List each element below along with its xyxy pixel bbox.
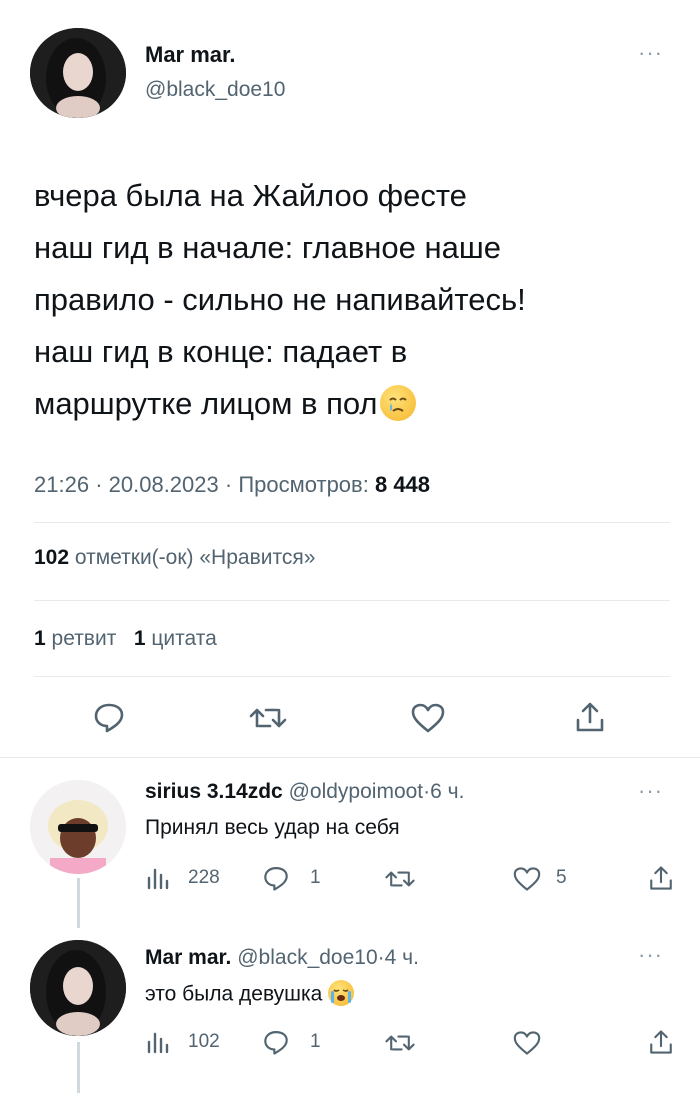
crying-face-emoji-icon [379,384,416,421]
thread-line [77,1042,80,1093]
likes-stat[interactable]: 102 отметки(-ок) «Нравится» [34,546,315,570]
divider [34,600,670,601]
like-icon[interactable] [512,866,542,892]
retweet-icon[interactable] [384,866,416,892]
likes-label: отметки(-ок) «Нравится» [74,546,316,569]
reply-text: это была девушка [145,982,323,1006]
reply-age[interactable]: 6 ч. [430,780,464,803]
views-label: Просмотров: [238,472,369,497]
reply-text: Принял весь удар на себя [145,816,400,839]
tweet-text: вчера была на Жайлоо фесте наш гид в нач… [34,170,526,430]
display-name[interactable]: Mar mar. [145,946,231,969]
reply-header: sirius 3.14zdc @oldypoimoot·6 ч. [145,780,464,804]
more-options-icon[interactable]: ··· [638,942,663,968]
avatar[interactable] [30,940,126,1036]
divider [34,522,670,523]
share-icon[interactable] [574,700,606,734]
views-count: 228 [188,867,220,888]
handle[interactable]: @oldypoimoot [289,780,424,803]
tweet-line: наш гид в начале: главное наше [34,230,501,265]
tweet-line: наш гид в конце: падает в [34,334,408,369]
retweet-icon[interactable] [248,702,288,734]
loudly-crying-face-emoji-icon [328,980,355,1006]
reply-age[interactable]: 4 ч. [385,946,419,969]
share-icon[interactable] [648,864,674,892]
handle[interactable]: @black_doe10 [145,78,285,102]
retweets-count: 1 [34,627,46,650]
divider [0,757,700,758]
retweet-stats: 1 ретвит 1 цитата [34,627,217,651]
separator: · [224,472,233,497]
display-name[interactable]: sirius 3.14zdc [145,780,283,803]
quotes-count: 1 [133,627,146,650]
views-count: 102 [188,1031,220,1052]
like-icon[interactable] [410,702,446,734]
reply-icon[interactable] [262,864,290,892]
separator: · [377,946,385,969]
quotes-label: цитата [151,627,217,650]
quotes-stat[interactable]: 1 цитата [134,627,217,650]
reply-icon[interactable] [262,1028,290,1056]
more-options-icon[interactable]: ··· [638,778,663,804]
handle[interactable]: @black_doe10 [237,946,377,969]
likes-count: 5 [556,867,567,888]
tweet-date[interactable]: 20.08.2023 [109,472,219,497]
avatar[interactable] [30,780,126,874]
reply-header: Mar mar. @black_doe10·4 ч. [145,946,419,970]
tweet-line: маршрутке лицом в пол [34,386,378,421]
tweet-meta: 21:26 · 20.08.2023 · Просмотров: 8 448 [34,472,430,498]
display-name[interactable]: Mar mar. [145,42,236,68]
views-count: 8 448 [374,472,431,497]
share-icon[interactable] [648,1028,674,1056]
retweet-icon[interactable] [384,1030,416,1056]
retweets-label: ретвит [51,627,117,650]
like-icon[interactable] [512,1030,542,1056]
separator: · [95,472,103,497]
tweet-line: вчера была на Жайлоо фесте [34,178,467,213]
avatar[interactable] [30,28,126,118]
retweets-stat[interactable]: 1 ретвит [34,627,122,650]
views-icon[interactable] [145,1030,169,1054]
tweet-line: правило - сильно не напивайтесь! [34,282,526,317]
views-icon[interactable] [145,866,169,890]
replies-count: 1 [310,1031,321,1052]
tweet-time[interactable]: 21:26 [34,472,89,497]
reply-icon[interactable] [92,700,126,734]
divider [34,676,670,677]
likes-count: 102 [34,546,70,569]
replies-count: 1 [310,867,321,888]
more-options-icon[interactable]: ··· [638,40,663,66]
thread-line [77,878,80,928]
